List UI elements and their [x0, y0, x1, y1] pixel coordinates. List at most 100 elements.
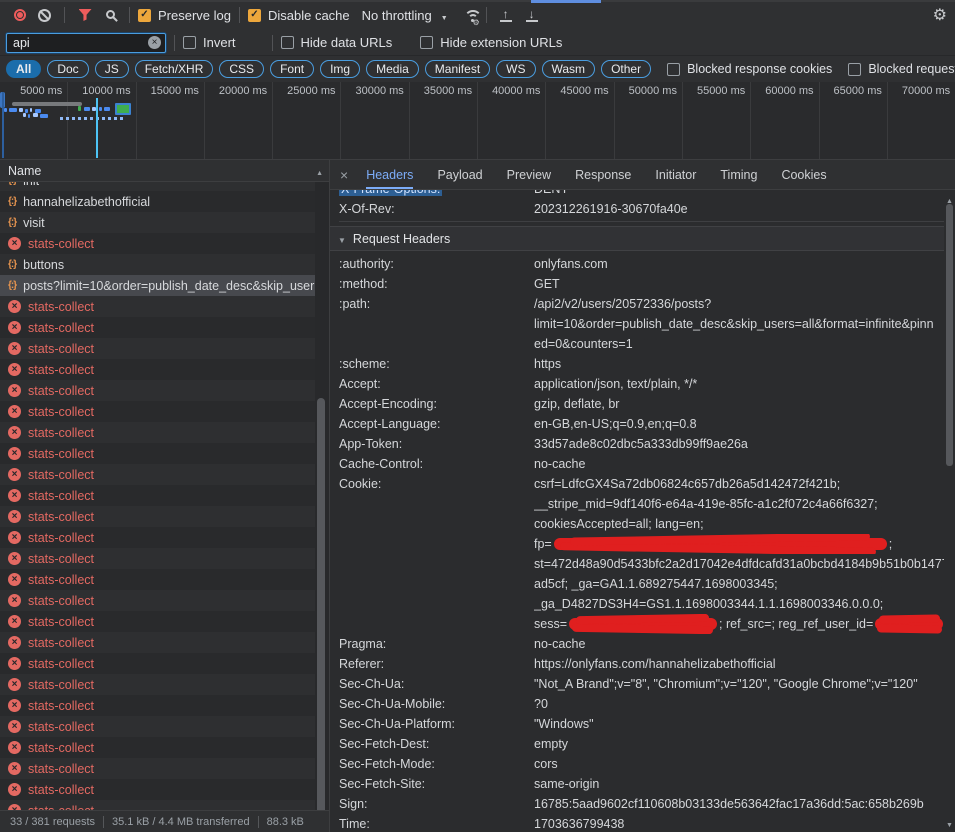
tab-payload[interactable]: Payload [437, 160, 482, 189]
import-har-button[interactable] [521, 9, 543, 22]
filter-chip-all[interactable]: All [6, 60, 41, 78]
record-icon [14, 9, 26, 21]
header-value-text: csrf=LdfcGX4Sa72db06824c657db26a5d142472… [534, 477, 840, 491]
waterfall-bar [19, 108, 23, 112]
filter-chip-wasm[interactable]: Wasm [542, 60, 596, 78]
clear-network-log-button[interactable] [32, 3, 56, 27]
request-row[interactable]: ×stats-collect [0, 443, 315, 464]
scroll-up-icon[interactable] [316, 164, 323, 178]
disable-cache-checkbox[interactable]: Disable cache [248, 8, 350, 23]
request-row[interactable]: {:}buttons [0, 254, 315, 275]
header-row: Sign:16785:5aad9602cf110608b03133de56364… [339, 794, 955, 814]
filter-toggle-button[interactable] [73, 3, 97, 27]
request-row[interactable]: ×stats-collect [0, 716, 315, 737]
scroll-down-icon[interactable] [946, 816, 953, 830]
header-value-line: "Not_A Brand";v="8", "Chromium";v="120",… [534, 674, 955, 694]
request-row[interactable]: ×stats-collect [0, 338, 315, 359]
details-scrollbar[interactable] [944, 190, 955, 832]
request-row[interactable]: ×stats-collect [0, 590, 315, 611]
request-row[interactable]: ×stats-collect [0, 422, 315, 443]
request-row[interactable]: × stats-collect [0, 548, 315, 569]
request-name: stats-collect [28, 489, 94, 503]
request-row[interactable]: ×stats-collect [0, 674, 315, 695]
request-row[interactable]: ×stats-collect [0, 359, 315, 380]
header-key: X-Of-Rev: [339, 199, 534, 219]
request-row[interactable]: ×stats-collect [0, 527, 315, 548]
request-row[interactable]: ×stats-collect [0, 317, 315, 338]
tab-timing[interactable]: Timing [720, 160, 757, 189]
request-row[interactable]: ×stats-collect [0, 611, 315, 632]
filter-chip-img[interactable]: Img [320, 60, 360, 78]
request-row[interactable]: ×stats-collect [0, 233, 315, 254]
request-row[interactable]: ×stats-collect [0, 800, 315, 810]
request-row[interactable]: ×stats-collect [0, 401, 315, 422]
request-row[interactable]: ×stats-collect [0, 653, 315, 674]
scrollbar-thumb[interactable] [946, 204, 953, 466]
invert-label: Invert [203, 35, 236, 50]
tab-initiator[interactable]: Initiator [655, 160, 696, 189]
header-value-text: 33d57ade8c02dbc5a333db99ff9ae26a [534, 437, 748, 451]
network-overview-timeline[interactable]: 5000 ms10000 ms15000 ms20000 ms25000 ms3… [0, 82, 955, 160]
network-conditions-button[interactable] [454, 3, 478, 27]
export-har-button[interactable] [495, 9, 517, 22]
tab-headers[interactable]: Headers [366, 160, 413, 189]
waterfall-bar [40, 114, 48, 118]
tab-cookies[interactable]: Cookies [781, 160, 826, 189]
hide-data-urls-checkbox[interactable]: Hide data URLs [281, 35, 393, 50]
filter-chip-other[interactable]: Other [601, 60, 651, 78]
filter-chip-font[interactable]: Font [270, 60, 314, 78]
request-row[interactable]: ×stats-collect [0, 506, 315, 527]
request-row[interactable]: ×stats-collect [0, 485, 315, 506]
invert-checkbox[interactable]: Invert [183, 35, 236, 50]
request-row[interactable]: ×stats-collect [0, 695, 315, 716]
close-details-icon[interactable] [340, 167, 348, 183]
filter-chip-doc[interactable]: Doc [47, 60, 88, 78]
request-name: stats-collect [28, 552, 94, 566]
error-icon: × [8, 678, 21, 691]
request-row[interactable]: ×stats-collect [0, 632, 315, 653]
tab-response[interactable]: Response [575, 160, 631, 189]
request-headers-section-header[interactable]: Request Headers [330, 226, 955, 251]
error-icon: × [8, 552, 21, 565]
filter-chip-js[interactable]: JS [95, 60, 129, 78]
filter-chip-ws[interactable]: WS [496, 60, 535, 78]
record-button[interactable] [8, 3, 32, 27]
error-icon: × [8, 405, 21, 418]
preserve-log-checkbox[interactable]: Preserve log [138, 8, 231, 23]
scrollbar-thumb[interactable] [317, 398, 325, 832]
request-row[interactable]: ×stats-collect [0, 758, 315, 779]
request-row[interactable]: ×stats-collect [0, 737, 315, 758]
request-row[interactable]: {:}posts?limit=10&order=publish_date_des… [0, 275, 315, 296]
request-row[interactable]: ×stats-collect [0, 296, 315, 317]
request-row[interactable]: ×stats-collect [0, 464, 315, 485]
search-button[interactable] [97, 3, 121, 27]
throttling-select[interactable]: No throttling [362, 8, 448, 23]
request-row[interactable]: ×stats-collect [0, 569, 315, 590]
request-row[interactable]: {:}hannahelizabethofficial [0, 191, 315, 212]
filter-chip-fetch-xhr[interactable]: Fetch/XHR [135, 60, 214, 78]
request-row[interactable]: {:}init [0, 182, 315, 191]
filter-input[interactable]: api [6, 33, 166, 53]
request-row[interactable]: {:}visit [0, 212, 315, 233]
request-row[interactable]: ×stats-collect [0, 779, 315, 800]
header-key: Cache-Control: [339, 454, 534, 474]
filter-chip-manifest[interactable]: Manifest [425, 60, 490, 78]
filter-chip-media[interactable]: Media [366, 60, 419, 78]
filter-chip-css[interactable]: CSS [219, 60, 264, 78]
checkbox-unchecked-icon [420, 36, 433, 49]
settings-gear-icon[interactable] [933, 5, 947, 25]
request-name: stats-collect [28, 615, 94, 629]
clear-filter-icon[interactable] [148, 36, 161, 49]
blocked-response-cookies-checkbox[interactable]: Blocked response cookies [667, 62, 832, 76]
header-value-line: cors [534, 754, 955, 774]
tab-preview[interactable]: Preview [507, 160, 551, 189]
header-value-text: ; [889, 537, 892, 551]
header-value-text: onlyfans.com [534, 257, 608, 271]
name-column-header[interactable]: Name [0, 160, 329, 182]
request-row[interactable]: ×stats-collect [0, 380, 315, 401]
hide-extension-urls-checkbox[interactable]: Hide extension URLs [420, 35, 562, 50]
blocked-requests-checkbox[interactable]: Blocked requests [848, 62, 955, 76]
request-name: stats-collect [28, 573, 94, 587]
header-value: /api2/v2/users/20572336/posts?limit=10&o… [534, 294, 955, 354]
request-list-scrollbar[interactable] [316, 342, 326, 832]
